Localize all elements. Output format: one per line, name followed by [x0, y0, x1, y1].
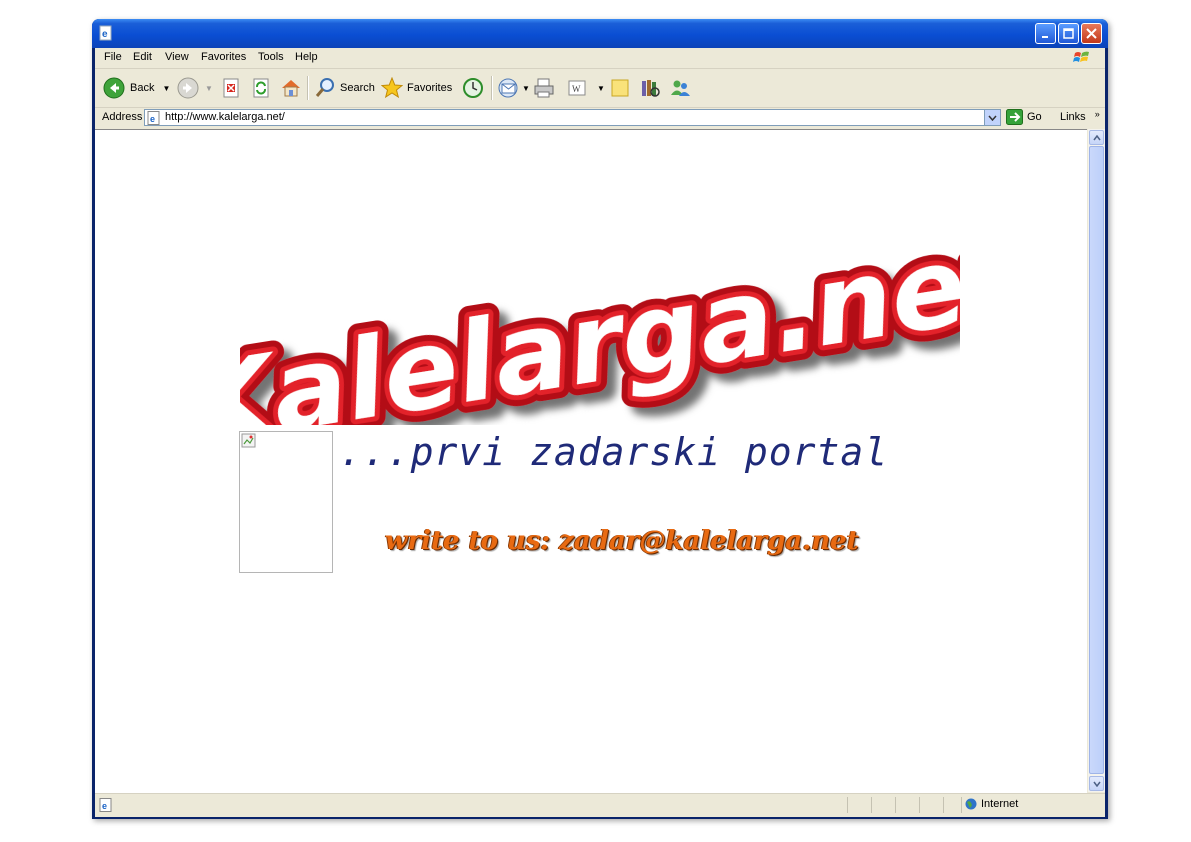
menu-view[interactable]: View: [165, 51, 189, 63]
mail-button[interactable]: ▼: [498, 76, 530, 100]
search-button[interactable]: Search: [314, 76, 375, 100]
globe-icon: [965, 798, 977, 810]
address-url[interactable]: http://www.kalelarga.net/: [165, 111, 285, 123]
printer-icon: [534, 78, 554, 98]
portal-tagline: ...prvi zadarski portal: [339, 430, 889, 474]
links-button[interactable]: Links »: [1060, 109, 1100, 123]
svg-text:e: e: [102, 801, 107, 811]
word-edit-icon: W: [568, 80, 586, 96]
status-panel: [895, 797, 918, 813]
refresh-icon: [253, 78, 269, 98]
discuss-button[interactable]: [609, 76, 631, 100]
status-panel: [919, 797, 942, 813]
research-button[interactable]: [639, 76, 661, 100]
windows-logo-icon: [1073, 51, 1089, 62]
menu-tools[interactable]: Tools: [258, 51, 284, 63]
favorites-button[interactable]: Favorites: [381, 76, 452, 100]
forward-button[interactable]: ▼: [177, 76, 213, 100]
broken-image: [239, 431, 333, 573]
messenger-button[interactable]: [669, 76, 691, 100]
menu-file[interactable]: File: [104, 51, 122, 63]
title-bar[interactable]: e: [92, 19, 1108, 48]
svg-text:W: W: [572, 84, 581, 94]
star-icon: [381, 77, 403, 99]
links-label: Links: [1060, 111, 1086, 123]
toolbar-separator: [491, 76, 493, 100]
status-bar: e Internet: [95, 793, 1105, 817]
status-panel: [943, 797, 962, 813]
history-icon: [463, 78, 483, 98]
ie-page-icon: e: [99, 25, 112, 41]
ie-page-icon: e: [147, 111, 160, 125]
security-zone: Internet: [965, 798, 1018, 810]
forward-dropdown-icon[interactable]: ▼: [205, 84, 213, 93]
chevron-down-icon: [1092, 781, 1101, 787]
go-label: Go: [1027, 111, 1042, 123]
search-label: Search: [340, 82, 375, 94]
home-button[interactable]: [280, 76, 302, 100]
stop-icon: [223, 78, 239, 98]
print-button[interactable]: [533, 76, 555, 100]
chevron-down-icon: [988, 115, 997, 121]
edit-button[interactable]: W ▼: [567, 76, 605, 100]
home-icon: [282, 80, 300, 97]
close-button[interactable]: [1081, 23, 1102, 44]
status-panel: [847, 797, 870, 813]
menu-edit[interactable]: Edit: [133, 51, 152, 63]
address-dropdown-button[interactable]: [984, 110, 1000, 125]
edit-dropdown-icon[interactable]: ▼: [597, 84, 605, 93]
vertical-scrollbar[interactable]: [1088, 129, 1105, 792]
minimize-button[interactable]: [1035, 23, 1056, 44]
stop-button[interactable]: [221, 76, 241, 100]
browser-frame: File Edit View Favorites Tools Help Back…: [95, 48, 1105, 817]
back-label: Back: [130, 82, 155, 94]
zone-label: Internet: [981, 798, 1019, 810]
chevron-right-icon: »: [1094, 109, 1100, 119]
logo-text-overlay: Kalelarga.net: [240, 225, 960, 425]
mail-dropdown-icon[interactable]: ▼: [522, 84, 530, 93]
address-label: Address: [102, 111, 143, 123]
scroll-thumb[interactable]: [1089, 146, 1104, 774]
go-button[interactable]: Go: [1006, 109, 1042, 125]
back-button[interactable]: Back ▼: [103, 76, 170, 100]
browser-window: e File Edit View Favorites Tools Help Ba…: [92, 19, 1108, 819]
toolbar-separator: [307, 76, 309, 100]
go-arrow-icon: [1006, 109, 1023, 125]
research-books-icon: [642, 80, 660, 97]
ie-page-icon: e: [99, 798, 112, 812]
menu-help[interactable]: Help: [295, 51, 318, 63]
refresh-button[interactable]: [251, 76, 271, 100]
maximize-button[interactable]: [1058, 23, 1079, 44]
scroll-down-button[interactable]: [1089, 776, 1104, 791]
chevron-up-icon: [1092, 134, 1101, 140]
status-panel: [871, 797, 894, 813]
note-icon: [611, 79, 629, 97]
kalelarga-logo: Kalelarga.net Kalelarga.net: [240, 225, 960, 425]
contact-email-text: write to us: zadar@kalelarga.net: [385, 526, 859, 556]
svg-text:e: e: [150, 114, 155, 124]
address-bar: Address e http://www.kalelarga.net/ Go L…: [95, 108, 1105, 128]
back-dropdown-icon[interactable]: ▼: [162, 84, 170, 93]
history-button[interactable]: [462, 76, 484, 100]
broken-image-icon: [241, 433, 256, 448]
page-viewport: Kalelarga.net Kalelarga.net ...prvi zada…: [95, 129, 1087, 793]
scroll-up-button[interactable]: [1089, 130, 1104, 145]
standard-toolbar: Back ▼ ▼ Search Favorites ▼ W ▼: [95, 69, 1105, 108]
forward-arrow-icon: [177, 77, 199, 99]
search-icon: [315, 78, 334, 97]
svg-text:e: e: [102, 29, 108, 40]
messenger-icon: [671, 80, 690, 96]
favorites-label: Favorites: [407, 82, 453, 94]
mail-icon: [498, 78, 518, 98]
menu-favorites[interactable]: Favorites: [201, 51, 246, 63]
menu-bar: File Edit View Favorites Tools Help: [95, 48, 1105, 69]
back-arrow-icon: [103, 77, 125, 99]
address-input[interactable]: e http://www.kalelarga.net/: [144, 109, 1001, 126]
